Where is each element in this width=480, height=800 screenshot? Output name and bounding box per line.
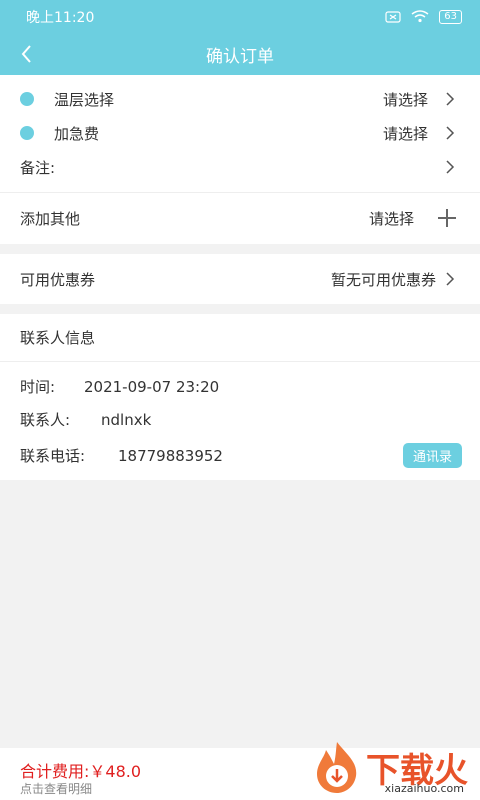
coupon-label: 可用优惠券	[20, 270, 96, 289]
status-icons: 63	[385, 9, 462, 24]
contact-time-label: 时间:	[20, 378, 56, 396]
battery-icon: 63	[439, 9, 462, 24]
add-other-label: 添加其他	[20, 209, 81, 228]
chevron-right-icon	[446, 126, 455, 140]
add-other-card: 添加其他 请选择	[0, 193, 480, 244]
total-price: 合计费用:￥48.0	[20, 762, 142, 781]
urgent-fee-value: 请选择	[382, 124, 428, 143]
contact-section-header: 联系人信息	[0, 320, 480, 354]
contact-time-row: 时间: 2021-09-07 23:20	[20, 376, 219, 397]
bullet-dot	[20, 92, 34, 106]
temp-select-row[interactable]: 温层选择 请选择	[0, 82, 480, 116]
urgent-fee-row[interactable]: 加急费 请选择	[0, 116, 480, 150]
remark-label: 备注:	[20, 158, 56, 177]
bullet-dot	[20, 126, 34, 140]
watermark-url: xiazaihuo.com	[384, 782, 464, 795]
coupon-card: 可用优惠券 暂无可用优惠券	[0, 254, 480, 304]
chevron-right-icon	[446, 92, 455, 106]
coupon-value: 暂无可用优惠券	[330, 270, 436, 289]
chevron-right-icon	[446, 160, 455, 174]
contact-phone-value: 18779883952	[118, 446, 223, 465]
status-time: 晚上11:20	[26, 9, 95, 26]
flame-download-icon	[317, 742, 357, 793]
contact-phone-row: 联系电话: 18779883952	[20, 445, 460, 466]
contact-time-value: 2021-09-07 23:20	[84, 377, 220, 396]
chevron-right-icon	[446, 272, 455, 286]
add-other-value: 请选择	[368, 209, 414, 228]
remark-row[interactable]: 备注:	[0, 150, 480, 184]
contact-phone-label: 联系电话:	[20, 447, 86, 465]
contacts-button[interactable]: 通讯录	[402, 443, 462, 468]
options-card: 温层选择 请选择 加急费 请选择 备注:	[0, 75, 480, 192]
view-detail-link[interactable]: 点击查看明细	[20, 780, 92, 797]
contact-person-value: ndlnxk	[101, 410, 152, 429]
contact-person-label: 联系人:	[20, 411, 71, 429]
status-bar: 晚上11:20 63	[0, 0, 480, 33]
urgent-fee-label: 加急费	[54, 124, 100, 143]
divider	[0, 361, 480, 362]
temp-select-value: 请选择	[382, 90, 428, 109]
wifi-icon	[411, 10, 429, 23]
page-title: 确认订单	[206, 47, 274, 67]
nav-bar: 确认订单	[0, 33, 480, 75]
add-other-row[interactable]: 添加其他 请选择	[0, 201, 480, 235]
contact-card: 联系人信息 时间: 2021-09-07 23:20 联系人: ndlnxk 联…	[0, 314, 480, 480]
contact-section-title: 联系人信息	[20, 328, 96, 347]
coupon-row[interactable]: 可用优惠券 暂无可用优惠券	[0, 262, 480, 296]
temp-select-label: 温层选择	[54, 90, 115, 109]
sim-off-icon	[385, 10, 401, 23]
plus-icon[interactable]	[436, 207, 458, 229]
contact-person-row: 联系人: ndlnxk	[20, 409, 151, 430]
